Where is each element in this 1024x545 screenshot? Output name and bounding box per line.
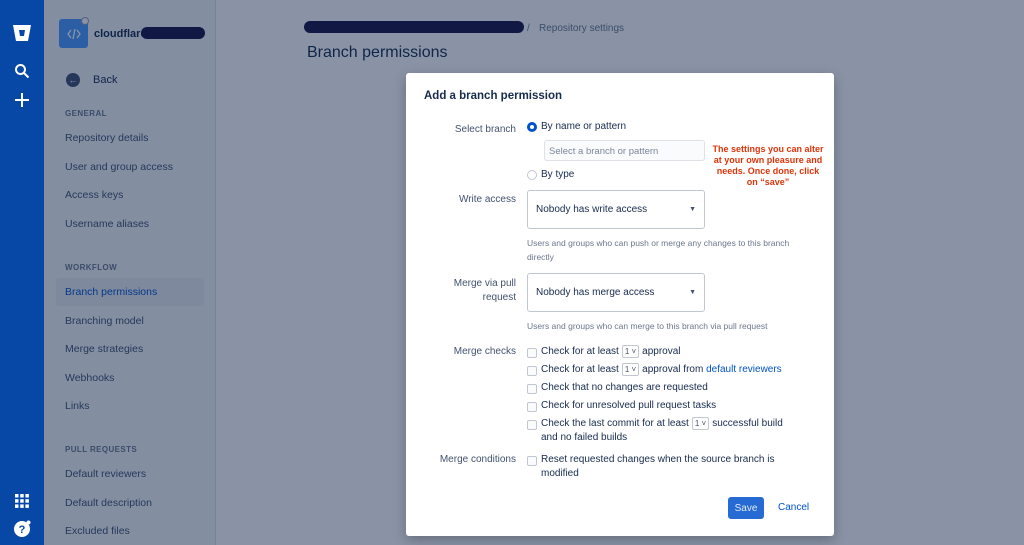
merge-pr-help: Users and groups who can merge to this b… xyxy=(527,321,768,331)
check-approvals-suffix: approval xyxy=(642,346,681,358)
svg-text:?: ? xyxy=(19,524,26,536)
chevron-down-icon: ▼ xyxy=(689,206,696,213)
check-default-reviewers-checkbox[interactable] xyxy=(527,366,537,376)
write-access-select[interactable]: Nobody has write access ▼ xyxy=(527,190,705,229)
by-type-radio[interactable] xyxy=(527,170,537,180)
global-navigation: ? xyxy=(0,0,44,545)
chevron-down-icon: ▼ xyxy=(689,289,696,296)
check-approvals-prefix: Check for at least xyxy=(541,346,619,358)
reset-changes-checkbox[interactable] xyxy=(527,456,537,466)
plus-icon[interactable] xyxy=(11,89,33,111)
save-button[interactable]: Save xyxy=(728,497,764,519)
check-no-changes-requested-text: Check that no changes are requested xyxy=(541,382,708,393)
merge-pr-label: Merge via pull request xyxy=(453,278,516,303)
cancel-button[interactable]: Cancel xyxy=(778,502,809,513)
check-approvals-text: Check for at least 1 ˅ approval xyxy=(541,345,681,359)
check-reviewers-mid: approval from xyxy=(642,364,704,376)
search-icon[interactable] xyxy=(11,60,33,82)
check-builds-prefix: Check the last commit for at least xyxy=(541,418,689,430)
approval-count-select[interactable]: 1 ˅ xyxy=(621,345,640,358)
check-unresolved-tasks-text: Check for unresolved pull request tasks xyxy=(541,400,717,411)
by-name-radio[interactable] xyxy=(527,122,537,132)
approval-count-value: 1 xyxy=(624,347,630,356)
check-unresolved-tasks-checkbox[interactable] xyxy=(527,402,537,412)
reviewer-approval-count-select[interactable]: 1 ˅ xyxy=(621,363,640,376)
check-default-reviewers-text: Check for at least 1 ˅ approval from defau… xyxy=(541,363,782,377)
select-branch-label: Select branch xyxy=(454,124,516,135)
by-name-option[interactable]: By name or pattern xyxy=(541,121,626,132)
dialog-title: Add a branch permission xyxy=(424,90,563,102)
branch-pattern-input[interactable]: Select a branch or pattern xyxy=(544,140,705,161)
check-builds-suffix: successful build xyxy=(712,418,783,430)
write-access-label: Write access xyxy=(458,194,516,205)
check-no-changes-requested-checkbox[interactable] xyxy=(527,384,537,394)
check-approvals-checkbox[interactable] xyxy=(527,348,537,358)
reset-changes-text: Reset requested changes when the source … xyxy=(541,454,775,479)
default-reviewers-link[interactable]: default reviewers xyxy=(706,364,782,375)
app-switcher-icon[interactable] xyxy=(11,490,33,512)
bitbucket-logo-icon[interactable] xyxy=(11,22,33,44)
merge-checks-label: Merge checks xyxy=(453,346,516,357)
check-builds-checkbox[interactable] xyxy=(527,420,537,430)
check-reviewers-prefix: Check for at least xyxy=(541,364,619,376)
check-builds-text: Check the last commit for at least 1 ˅ suc… xyxy=(541,417,783,445)
build-count-select[interactable]: 1 ˅ xyxy=(691,417,710,430)
check-builds-line2: and no failed builds xyxy=(541,432,628,444)
annotation-note: The settings you can alter at your own p… xyxy=(712,144,824,187)
build-count-value: 1 xyxy=(694,419,700,428)
reviewer-approval-count-value: 1 xyxy=(624,365,630,374)
write-access-help: Users and groups who can push or merge a… xyxy=(527,238,790,262)
merge-pr-select[interactable]: Nobody has merge access ▼ xyxy=(527,273,705,312)
merge-conditions-label: Merge conditions xyxy=(439,454,516,465)
help-icon[interactable]: ? xyxy=(11,518,33,540)
merge-pr-value: Nobody has merge access xyxy=(536,287,655,298)
by-type-option[interactable]: By type xyxy=(541,169,574,180)
add-branch-permission-dialog: Add a branch permission Select branch By… xyxy=(406,73,834,536)
write-access-value: Nobody has write access xyxy=(536,204,648,215)
